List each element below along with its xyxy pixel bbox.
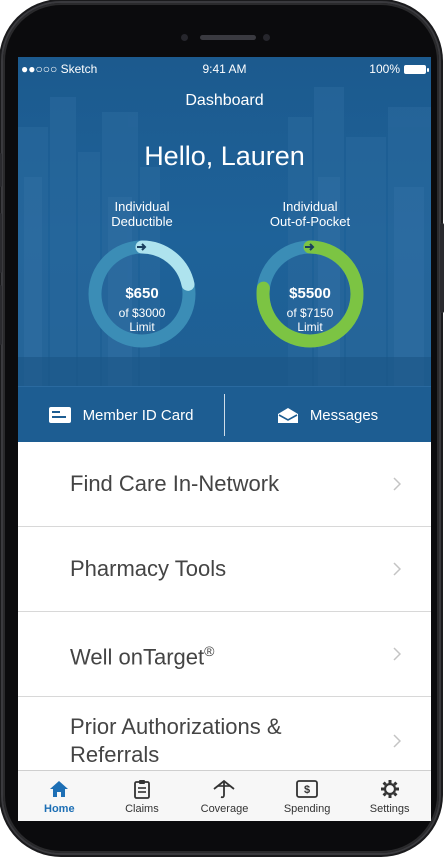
- battery-status: 100%: [369, 62, 429, 76]
- status-bar: ●●○○○ Sketch 9:41 AM 100%: [18, 62, 431, 78]
- deductible-limit-label: Limit: [129, 320, 155, 334]
- battery-icon: [404, 64, 429, 74]
- tab-settings-label: Settings: [369, 803, 410, 815]
- menu-item-well-ontarget[interactable]: Well onTarget®: [18, 612, 431, 697]
- sensor-dot: [181, 34, 188, 41]
- out-of-pocket-amount: $5500: [289, 285, 331, 302]
- deductible-label-line1: Individual: [114, 199, 170, 214]
- deductible-label: Individual Deductible: [72, 199, 212, 231]
- out-of-pocket-limit-label: Limit: [297, 320, 323, 334]
- speaker-grille: [200, 35, 256, 40]
- dashboard-header: ●●○○○ Sketch 9:41 AM 100% Dashboard Hell…: [18, 57, 431, 386]
- menu-item-label: Prior Authorizations & Referrals: [70, 714, 282, 767]
- volume-down-button: [0, 285, 2, 345]
- camera-dot: [263, 34, 270, 41]
- battery-percent: 100%: [369, 62, 400, 76]
- out-of-pocket-of-limit: of $7150: [286, 306, 334, 320]
- tab-settings[interactable]: Settings: [348, 771, 431, 821]
- id-card-icon: [48, 407, 71, 423]
- tab-claims-label: Claims: [125, 803, 159, 815]
- greeting: Hello, Lauren: [144, 141, 305, 171]
- svg-text:$: $: [304, 784, 310, 796]
- menu-list: Find Care In-Network Pharmacy Tools Well…: [18, 442, 431, 785]
- menu-item-label: Well onTarget: [70, 644, 205, 670]
- tab-home[interactable]: Home: [18, 771, 101, 821]
- app-screen: ●●○○○ Sketch 9:41 AM 100% Dashboard Hell…: [18, 57, 431, 821]
- home-icon: [50, 781, 69, 797]
- gear-icon: [380, 780, 399, 798]
- envelope-open-icon: [277, 408, 298, 423]
- menu-item-find-care[interactable]: Find Care In-Network: [18, 442, 431, 527]
- mute-switch: [0, 153, 2, 187]
- member-id-card-label: Member ID Card: [82, 406, 194, 424]
- messages-label: Messages: [309, 406, 379, 424]
- menu-item-label-wrap: Well onTarget®: [70, 637, 370, 671]
- menu-item-pharmacy-tools[interactable]: Pharmacy Tools: [18, 527, 431, 612]
- tab-coverage-label: Coverage: [200, 803, 249, 815]
- deductible-amount: $650: [125, 285, 159, 302]
- tab-home-label: Home: [44, 803, 75, 815]
- deductible-of-limit: of $3000: [118, 306, 166, 320]
- quick-actions-bar: Member ID Card Messages: [18, 386, 431, 443]
- tab-spending[interactable]: $ Spending: [266, 771, 349, 821]
- page-title: Dashboard: [185, 92, 264, 109]
- chevron-right-icon: [393, 562, 401, 576]
- power-button: [440, 223, 444, 313]
- volume-up-button: [0, 213, 2, 273]
- deductible-gauge[interactable]: Individual Deductible $650 of $3000 Limi…: [72, 199, 212, 348]
- out-of-pocket-label-line2: Out-of-Pocket: [269, 214, 351, 229]
- chevron-right-icon: [393, 734, 401, 748]
- tab-coverage[interactable]: Coverage: [183, 771, 266, 821]
- dollar-icon: $: [296, 780, 318, 798]
- registered-mark: ®: [204, 642, 215, 659]
- out-of-pocket-label-line1: Individual: [282, 199, 338, 214]
- clipboard-icon: [133, 780, 150, 799]
- deductible-label-line2: Deductible: [111, 214, 173, 229]
- chevron-right-icon: [393, 647, 401, 661]
- messages-button[interactable]: Messages: [225, 387, 431, 443]
- umbrella-icon: [213, 779, 236, 799]
- menu-item-label: Pharmacy Tools: [70, 556, 227, 581]
- out-of-pocket-gauge[interactable]: Individual Out-of-Pocket $5500 of $7150 …: [240, 199, 380, 348]
- tab-bar: Home Claims Coverage $ Spending Settings: [18, 770, 431, 821]
- out-of-pocket-label: Individual Out-of-Pocket: [240, 199, 380, 231]
- tab-claims[interactable]: Claims: [101, 771, 184, 821]
- member-id-card-button[interactable]: Member ID Card: [18, 387, 224, 443]
- chevron-right-icon: [393, 477, 401, 491]
- tab-spending-label: Spending: [283, 803, 331, 815]
- phone-frame: ●●○○○ Sketch 9:41 AM 100% Dashboard Hell…: [0, 3, 444, 853]
- menu-item-label: Find Care In-Network: [70, 471, 280, 496]
